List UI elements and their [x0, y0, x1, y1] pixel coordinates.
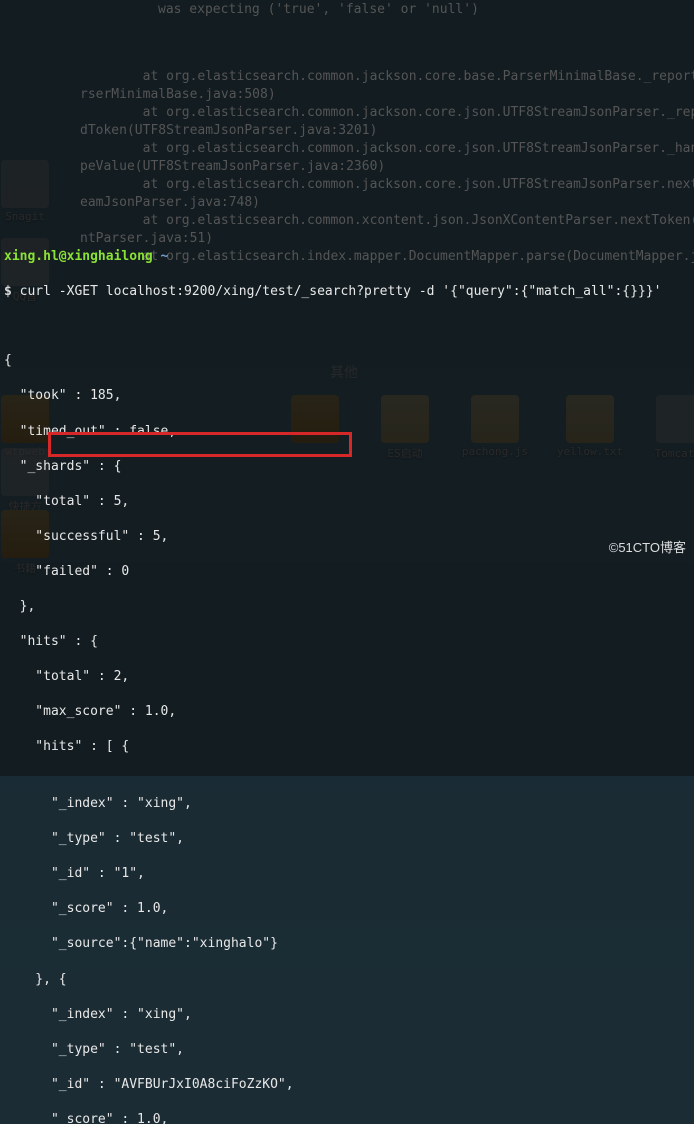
output-line: "_type" : "test",: [4, 1041, 690, 1059]
output-line: "_score" : 1.0,: [4, 1111, 690, 1124]
output-line: "_type" : "test",: [4, 830, 690, 848]
output-line: "timed_out" : false,: [4, 423, 690, 441]
output-line: "_id" : "1",: [4, 865, 690, 883]
prompt-path: ~: [161, 249, 169, 264]
output-line: "successful" : 5,: [4, 528, 690, 546]
output-line: },: [4, 598, 690, 616]
output-line: "_index" : "xing",: [4, 795, 690, 813]
stacktrace-ghost: eamJsonParser.java:748): [80, 194, 260, 212]
stacktrace-ghost: at org.elasticsearch.common.jackson.core…: [80, 140, 694, 158]
prompt-symbol: $: [4, 284, 12, 299]
stacktrace-ghost: at org.elasticsearch.common.jackson.core…: [80, 68, 694, 86]
terminal-window-lower[interactable]: "_index" : "xing", "_type" : "test", "_i…: [0, 776, 694, 1124]
output-line: "total" : 5,: [4, 493, 690, 511]
stacktrace-ghost: was expecting ('true', 'false' or 'null'…: [158, 1, 479, 19]
output-line: "_index" : "xing",: [4, 1006, 690, 1024]
output-line: "hits" : {: [4, 633, 690, 651]
output-line: "total" : 2,: [4, 668, 690, 686]
output-line: "_score" : 1.0,: [4, 900, 690, 918]
command-line[interactable]: curl -XGET localhost:9200/xing/test/_sea…: [20, 284, 662, 299]
prompt-at: @: [59, 249, 67, 264]
output-line: "failed" : 0: [4, 563, 690, 581]
stacktrace-ghost: at org.elasticsearch.common.jackson.core…: [80, 104, 694, 122]
output-line: "max_score" : 1.0,: [4, 703, 690, 721]
stacktrace-ghost: ntParser.java:51): [80, 230, 213, 248]
stacktrace-ghost: peValue(UTF8StreamJsonParser.java:2360): [80, 158, 385, 176]
stacktrace-ghost: dToken(UTF8StreamJsonParser.java:3201): [80, 122, 377, 140]
stacktrace-ghost: rserMinimalBase.java:508): [80, 86, 276, 104]
output-line: "_source":{"name":"xinghalo"}: [4, 935, 690, 953]
stacktrace-ghost: at org.elasticsearch.common.jackson.core…: [80, 176, 694, 194]
terminal-window[interactable]: was expecting ('true', 'false' or 'null'…: [0, 0, 694, 776]
output-line: "_shards" : {: [4, 458, 690, 476]
output-line: "took" : 185,: [4, 387, 690, 405]
output-line: }, {: [4, 971, 690, 989]
watermark: ©51CTO博客: [609, 537, 686, 556]
output-line: {: [4, 352, 690, 370]
prompt-host: xinghailong: [67, 249, 153, 264]
output-line-highlighted: "_id" : "AVFBUrJxI0A8ciFoZzKO",: [4, 1076, 690, 1094]
prompt-user: xing.hl: [4, 249, 59, 264]
stacktrace-ghost: at org.elasticsearch.common.xcontent.jso…: [80, 212, 694, 230]
output-line: "hits" : [ {: [4, 738, 690, 756]
